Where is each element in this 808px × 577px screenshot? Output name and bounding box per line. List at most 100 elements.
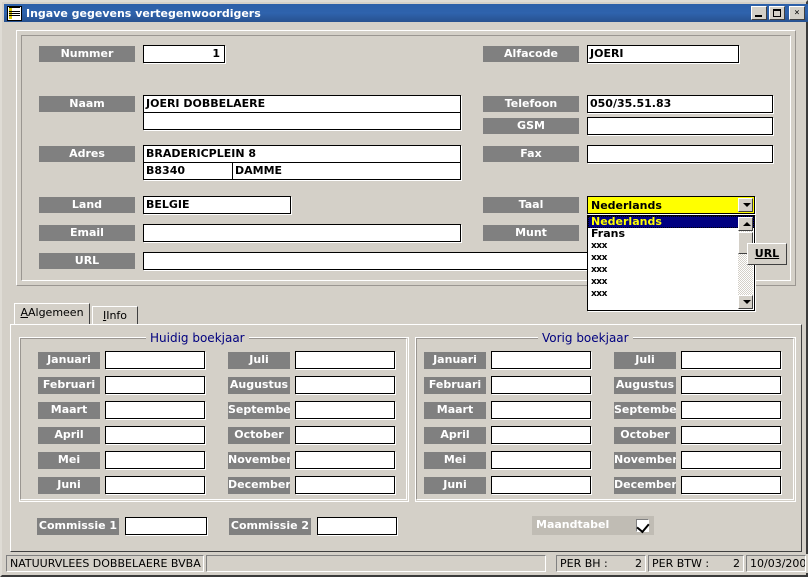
group-title-huidig: Huidig boekjaar	[146, 331, 249, 345]
taal-dropdown-button[interactable]	[738, 198, 753, 212]
label-prev-januari: Januari	[424, 352, 486, 369]
form-window-icon	[7, 5, 22, 21]
title-bar[interactable]: Ingave gegevens vertegenwoordigers ×	[4, 4, 808, 22]
field-land[interactable]: BELGIE	[143, 196, 291, 214]
minimize-button[interactable]	[751, 6, 767, 20]
label-commissie-1: Commissie 1	[37, 518, 119, 535]
field-fax[interactable]	[587, 145, 773, 163]
url-button[interactable]: URL	[747, 243, 787, 265]
dropdown-option-5[interactable]: xxx	[588, 276, 754, 288]
maandtabel-checkbox[interactable]: Maandtabel	[532, 516, 654, 535]
field-cur-september[interactable]	[295, 401, 395, 419]
field-prev-december[interactable]	[681, 476, 781, 494]
label-prev-october: October	[614, 427, 676, 444]
label-prev-juni: Juni	[424, 477, 486, 494]
field-cur-augustus[interactable]	[295, 376, 395, 394]
field-cur-october[interactable]	[295, 426, 395, 444]
field-prev-november[interactable]	[681, 451, 781, 469]
field-cur-december[interactable]	[295, 476, 395, 494]
field-naam-line1[interactable]: JOERI DOBBELAERE	[143, 95, 461, 113]
url-button-label: URL	[754, 247, 780, 260]
label-cur-juli: Juli	[228, 352, 290, 369]
dropdown-option-1[interactable]: Frans	[588, 228, 754, 240]
field-prev-maart[interactable]	[491, 401, 591, 419]
tab-info[interactable]: IInfo	[92, 306, 138, 324]
maximize-button[interactable]	[769, 6, 785, 20]
field-prev-juli[interactable]	[681, 351, 781, 369]
chevron-down-icon	[742, 203, 751, 207]
field-commissie-1[interactable]	[125, 517, 207, 535]
label-alfacode: Alfacode	[483, 46, 579, 62]
label-munt: Munt	[483, 225, 579, 241]
tab-info-label: Info	[106, 309, 128, 322]
field-prev-februari[interactable]	[491, 376, 591, 394]
taal-combobox[interactable]: Nederlands	[587, 196, 755, 214]
field-cur-januari[interactable]	[105, 351, 205, 369]
field-cur-november[interactable]	[295, 451, 395, 469]
field-naam-line2[interactable]	[143, 112, 461, 130]
status-per-btw: PER BTW : 2	[648, 555, 744, 572]
tab-panel-algemeen: Huidig boekjaar Januari Februari Maart A…	[10, 324, 802, 552]
status-per-bh-value: 2	[635, 557, 642, 570]
group-title-vorig: Vorig boekjaar	[538, 331, 633, 345]
label-prev-maart: Maart	[424, 402, 486, 419]
status-spacer	[206, 555, 546, 572]
field-email[interactable]	[143, 224, 461, 242]
close-button[interactable]: ×	[789, 6, 805, 20]
label-prev-augustus: Augustus	[614, 377, 676, 394]
field-commissie-2[interactable]	[317, 517, 397, 535]
label-cur-september: September	[228, 402, 290, 419]
dropdown-option-6[interactable]: xxx	[588, 288, 754, 300]
label-email: Email	[39, 225, 135, 241]
label-gsm: GSM	[483, 118, 579, 134]
field-prev-januari[interactable]	[491, 351, 591, 369]
dropdown-option-3[interactable]: xxx	[588, 252, 754, 264]
field-cur-maart[interactable]	[105, 401, 205, 419]
field-prev-mei[interactable]	[491, 451, 591, 469]
application-window: Ingave gegevens vertegenwoordigers × Num…	[0, 0, 808, 577]
field-telefoon[interactable]: 050/35.51.83	[587, 95, 773, 113]
label-prev-december: December	[614, 477, 676, 494]
label-telefoon: Telefoon	[483, 96, 579, 112]
maandtabel-label: Maandtabel	[536, 518, 610, 531]
dropdown-option-4[interactable]: xxx	[588, 264, 754, 276]
field-cur-april[interactable]	[105, 426, 205, 444]
field-cur-februari[interactable]	[105, 376, 205, 394]
label-cur-october: October	[228, 427, 290, 444]
field-cur-juli[interactable]	[295, 351, 395, 369]
label-cur-januari: Januari	[38, 352, 100, 369]
field-nummer[interactable]: 1	[143, 45, 225, 63]
field-adres-city[interactable]: DAMME	[232, 162, 461, 180]
field-prev-augustus[interactable]	[681, 376, 781, 394]
field-prev-september[interactable]	[681, 401, 781, 419]
field-gsm[interactable]	[587, 117, 773, 135]
scroll-up-button[interactable]	[738, 217, 753, 231]
field-prev-october[interactable]	[681, 426, 781, 444]
taal-dropdown-list[interactable]: Nederlands Frans xxx xxx xxx xxx xxx	[587, 215, 755, 311]
tab-algemeen[interactable]: AAlgemeen	[14, 303, 90, 324]
label-adres: Adres	[39, 146, 135, 162]
dropdown-option-2[interactable]: xxx	[588, 240, 754, 252]
check-icon	[636, 519, 650, 534]
label-prev-september: September	[614, 402, 676, 419]
window-controls: ×	[749, 6, 805, 20]
label-url: URL	[39, 253, 135, 269]
tab-algemeen-label: Algemeen	[27, 306, 84, 319]
label-cur-maart: Maart	[38, 402, 100, 419]
status-per-bh-label: PER BH :	[560, 557, 608, 570]
status-company: NATUURVLEES DOBBELAERE BVBA	[6, 555, 204, 572]
group-vorig-boekjaar: Vorig boekjaar Januari Februari Maart Ap…	[415, 331, 796, 502]
label-land: Land	[39, 197, 135, 213]
checkbox-box[interactable]	[636, 519, 650, 534]
field-alfacode[interactable]: JOERI	[587, 45, 739, 63]
field-cur-mei[interactable]	[105, 451, 205, 469]
label-taal: Taal	[483, 197, 579, 213]
field-adres-postcode[interactable]: B8340	[143, 162, 233, 180]
field-cur-juni[interactable]	[105, 476, 205, 494]
label-commissie-2: Commissie 2	[229, 518, 311, 535]
field-prev-april[interactable]	[491, 426, 591, 444]
taal-selected-value: Nederlands	[591, 199, 662, 212]
field-adres-street[interactable]: BRADERICPLEIN 8	[143, 145, 461, 163]
dropdown-option-0[interactable]: Nederlands	[588, 216, 754, 228]
field-prev-juni[interactable]	[491, 476, 591, 494]
